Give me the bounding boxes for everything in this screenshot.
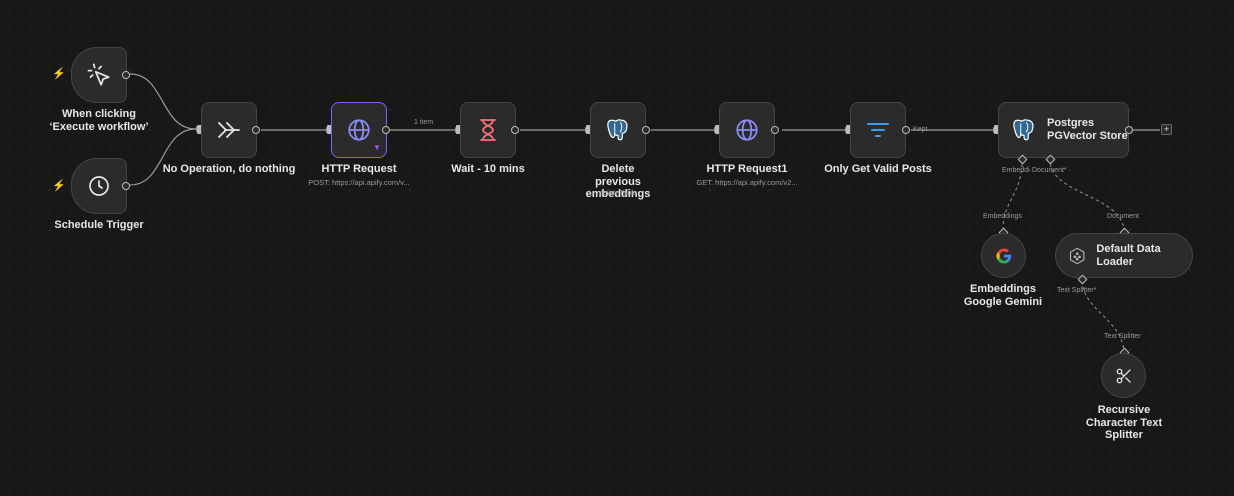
document-port-label: Document* — [1032, 167, 1067, 174]
schedule-trigger-label: Schedule Trigger — [54, 219, 144, 231]
delete-embeddings-subtitle: deleteTable — [598, 188, 638, 197]
data-loader-icon — [1069, 247, 1085, 264]
pgvector-output-port[interactable] — [1125, 126, 1133, 134]
manual-trigger-output-port[interactable] — [122, 71, 130, 79]
text-splitter-label: Recursive Character Text Splitter — [1085, 404, 1163, 441]
filter-node[interactable] — [850, 102, 906, 158]
postgres-icon — [1013, 119, 1034, 141]
pgvector-store-title: Postgres PGVector Store — [1047, 117, 1128, 142]
globe-icon — [348, 119, 370, 141]
no-op-label: No Operation, do nothing — [162, 163, 296, 175]
filter-output-port[interactable] — [902, 126, 910, 134]
text-splitter-connection-label: Text Splitter — [1104, 333, 1141, 340]
wait-node[interactable] — [460, 102, 516, 158]
scissors-icon — [1116, 368, 1131, 383]
double-arrow-icon — [218, 122, 240, 138]
http-request1-output-port[interactable] — [771, 126, 779, 134]
clock-icon — [89, 176, 109, 196]
embeddings-label: Embeddings Google Gemini — [963, 283, 1043, 308]
data-loader-node[interactable]: Default Data Loader — [1055, 233, 1193, 278]
document-connection-label: Document — [1107, 213, 1139, 220]
postgres-icon — [607, 119, 628, 141]
items-count-label: 1 item — [414, 119, 434, 126]
manual-trigger-node[interactable] — [71, 47, 127, 103]
wait-output-port[interactable] — [511, 126, 519, 134]
http-request1-subtitle: GET: https://api.apify.com/v2... — [696, 178, 798, 187]
filter-label: Only Get Valid Posts — [824, 163, 932, 175]
trigger-bolt-icon: ⚡ — [52, 68, 66, 80]
wait-label: Wait - 10 mins — [451, 163, 525, 175]
edge-schedule-to-noop — [129, 128, 197, 186]
kept-label: Kept — [913, 126, 928, 133]
http-request-label: HTTP Request — [321, 163, 397, 175]
globe-icon — [736, 119, 758, 141]
embeddings-node[interactable] — [981, 233, 1026, 278]
noop-output-port[interactable] — [252, 126, 260, 134]
filter-icon — [867, 123, 889, 137]
schedule-trigger-node[interactable] — [71, 158, 127, 214]
data-loader-title: Default Data Loader — [1096, 242, 1161, 268]
text-splitter-node[interactable] — [1101, 353, 1146, 398]
embedding-port-label: Embeddi — [1002, 167, 1030, 174]
pin-icon: ▼ — [373, 143, 381, 152]
cursor-click-icon — [87, 63, 110, 86]
pgvector-store-node[interactable]: Postgres PGVector Store — [998, 102, 1129, 158]
schedule-trigger-output-port[interactable] — [122, 182, 130, 190]
hourglass-icon — [480, 119, 496, 141]
delete-embeddings-node[interactable] — [590, 102, 646, 158]
add-node-button[interactable]: + — [1161, 124, 1172, 135]
http-request-output-port[interactable] — [382, 126, 390, 134]
delete-output-port[interactable] — [642, 126, 650, 134]
trigger-bolt-icon: ⚡ — [52, 180, 66, 192]
connections-layer — [129, 73, 1160, 355]
embeddings-connection-label: Embeddings — [983, 213, 1022, 220]
manual-trigger-label: When clicking ‘Execute workflow’ — [49, 108, 149, 133]
http-request1-label: HTTP Request1 — [706, 163, 788, 175]
http-request1-node[interactable] — [719, 102, 775, 158]
http-request-subtitle: POST: https://api.apify.com/v... — [308, 178, 410, 187]
text-splitter-port-label: Text Splitter* — [1057, 287, 1097, 294]
google-icon — [995, 247, 1011, 263]
no-op-node[interactable] — [201, 102, 257, 158]
